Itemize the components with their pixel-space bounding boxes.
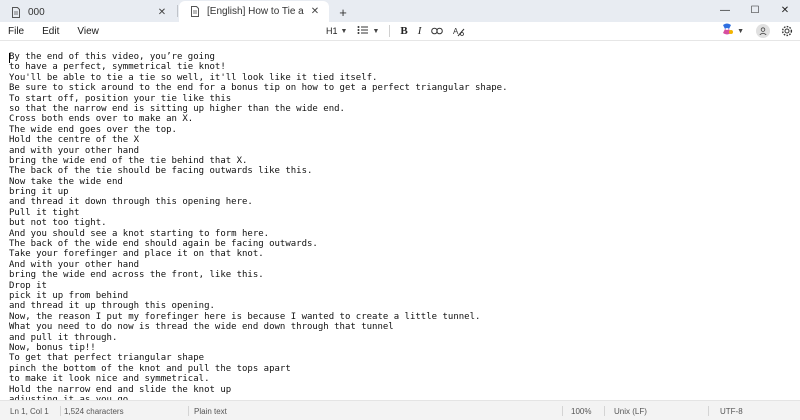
copilot-button[interactable]: ▼ (720, 22, 744, 41)
tab-000[interactable]: 000 ✕ (0, 2, 176, 22)
line-ending[interactable]: Unix (LF) (614, 407, 647, 416)
cursor-position: Ln 1, Col 1 (10, 407, 49, 416)
text-line: The back of the tie should be facing out… (9, 166, 313, 177)
maximize-button[interactable]: ☐ (740, 0, 770, 20)
text-line: Take your forefinger and place it on tha… (9, 249, 264, 260)
text-line: bring the wide end of the tie behind tha… (9, 155, 248, 166)
text-line: The wide end goes over the top. (9, 124, 177, 135)
window-controls: — ☐ ✕ (710, 0, 800, 20)
document-icon (189, 6, 201, 18)
menu-view[interactable]: View (68, 26, 108, 37)
text-line: so that the narrow end is sitting up hig… (9, 103, 345, 114)
text-line: pinch the bottom of the knot and pull th… (9, 363, 291, 374)
text-line: but not too tight. (9, 218, 107, 229)
bullet-list-icon (357, 25, 369, 38)
gear-icon[interactable] (780, 24, 794, 38)
bold-icon[interactable]: B (400, 23, 407, 39)
text-line: Now take the wide end (9, 176, 123, 187)
text-line: Be sure to stick around to the end for a… (9, 83, 508, 94)
text-line: Cross both ends over to make an X. (9, 114, 194, 125)
link-icon[interactable] (431, 23, 444, 39)
character-count: 1,524 characters (64, 407, 124, 416)
vertical-scrollbar[interactable] (795, 41, 799, 400)
chevron-down-icon: ▼ (737, 27, 744, 35)
text-line: Drop it (9, 280, 47, 291)
status-divider (188, 406, 189, 416)
status-divider (562, 406, 563, 416)
close-icon[interactable]: ✕ (156, 6, 168, 18)
tab-label: 000 (28, 6, 45, 18)
toolbar-divider (389, 25, 391, 37)
heading-dropdown[interactable]: H1 ▼ (326, 23, 347, 39)
document-icon (10, 6, 22, 18)
account-icon[interactable] (756, 24, 770, 38)
text-line: Hold the centre of the X (9, 135, 140, 146)
text-line: Hold the narrow end and slide the knot u… (9, 384, 232, 395)
text-line: You'll be able to tie a tie so well, it'… (9, 72, 378, 83)
text-line: and pull it through. (9, 332, 118, 343)
text-line: bring it up (9, 187, 69, 198)
text-line: And with your other hand (9, 259, 140, 270)
text-line: The back of the wide end should again be… (9, 239, 318, 250)
list-dropdown[interactable]: ▼ (357, 23, 379, 39)
status-divider (60, 406, 61, 416)
close-icon[interactable]: ✕ (309, 6, 321, 18)
chevron-down-icon: ▼ (372, 27, 380, 35)
copilot-icon (720, 22, 734, 41)
clear-formatting-icon[interactable]: A (453, 23, 465, 39)
italic-icon[interactable]: I (418, 23, 422, 39)
text-line: Now, the reason I put my forefinger here… (9, 311, 481, 322)
tab-bar: 000 ✕ [English] How to Tie a Tie _ Easy … (0, 0, 800, 22)
heading-level: H1 (326, 26, 338, 36)
menu-edit[interactable]: Edit (33, 26, 68, 37)
text-cursor (9, 53, 10, 63)
chevron-down-icon: ▼ (340, 27, 348, 35)
text-line: to have a perfect, symmetrical tie knot! (9, 62, 226, 73)
minimize-button[interactable]: — (710, 0, 740, 20)
tab-label: [English] How to Tie a Tie _ Easy W (207, 6, 305, 17)
svg-text:A: A (453, 27, 459, 36)
text-line: and thread it up through this opening. (9, 301, 215, 312)
tab-active-document[interactable]: [English] How to Tie a Tie _ Easy W ✕ (179, 1, 329, 22)
text-line: By the end of this video, you’re going (9, 52, 215, 62)
file-format[interactable]: Plain text (194, 407, 227, 416)
text-line: to make it look nice and symmetrical. (9, 374, 210, 385)
text-line: What you need to do now is thread the wi… (9, 322, 394, 333)
encoding[interactable]: UTF-8 (720, 407, 743, 416)
status-divider (604, 406, 605, 416)
text-editor[interactable]: By the end of this video, you’re going to… (0, 41, 800, 400)
close-window-button[interactable]: ✕ (770, 0, 800, 20)
text-line: bring the wide end across the front, lik… (9, 270, 264, 281)
text-line: To start off, position your tie like thi… (9, 93, 232, 104)
format-toolbar: H1 ▼ ▼ B I A (326, 22, 475, 40)
tab-divider (177, 5, 178, 17)
menu-file[interactable]: File (0, 26, 33, 37)
text-line: To get that perfect triangular shape (9, 353, 205, 364)
new-tab-button[interactable]: + (333, 2, 353, 22)
text-line: Pull it tight (9, 207, 80, 218)
text-line: pick it up from behind (9, 290, 129, 301)
status-bar: Ln 1, Col 1 1,524 characters Plain text … (0, 400, 800, 420)
text-line: and thread it down through this opening … (9, 197, 253, 208)
right-tools: ▼ (720, 22, 794, 40)
text-line: And you should see a knot starting to fo… (9, 228, 270, 239)
status-divider (708, 406, 709, 416)
editor-content[interactable]: By the end of this video, you’re going to… (9, 52, 508, 400)
text-line: and with your other hand (9, 145, 140, 156)
text-line: Now, bonus tip!! (9, 342, 96, 353)
zoom-level[interactable]: 100% (571, 407, 591, 416)
